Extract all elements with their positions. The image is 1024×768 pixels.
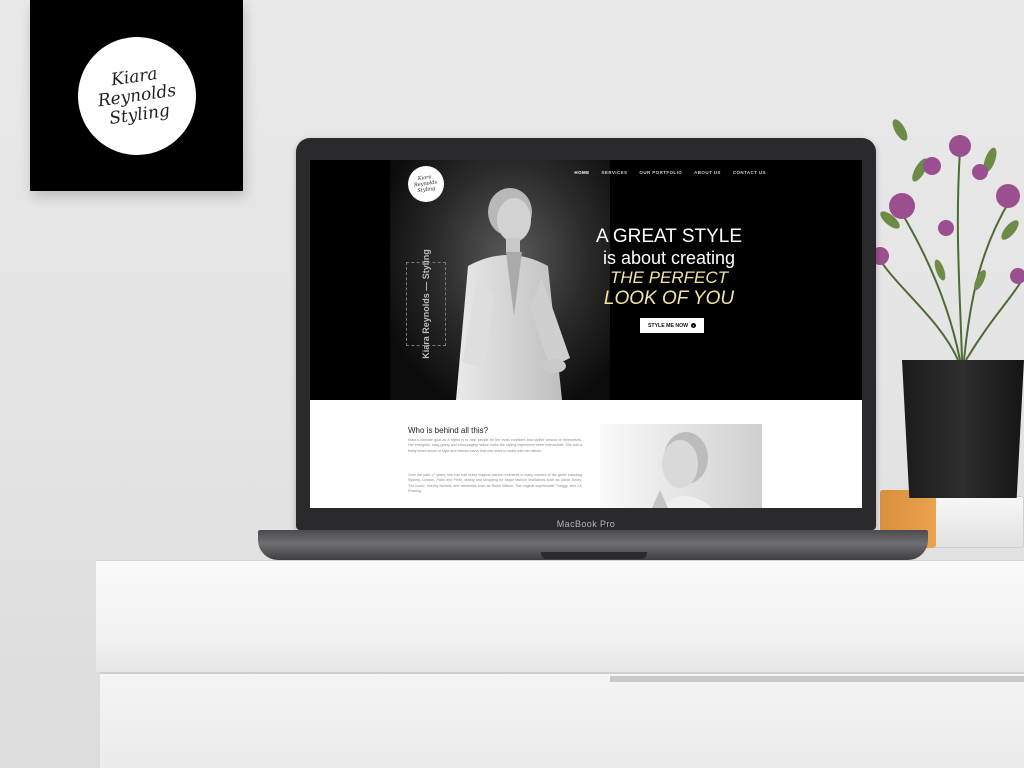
wall-logo-card: Kiara Reynolds Styling bbox=[30, 0, 243, 191]
nav-our-portfolio[interactable]: OUR PORTFOLIO bbox=[639, 170, 682, 175]
hero-line-2: is about creating bbox=[602, 248, 736, 268]
hero-headline: A GREAT STYLE is about creating THE PERF… bbox=[594, 226, 744, 310]
site-logo-text: Kiara Reynolds Styling bbox=[413, 173, 438, 194]
about-section: Who is behind all this? Kiara's ultimate… bbox=[310, 400, 862, 508]
about-portrait-image bbox=[652, 432, 712, 508]
nav-home[interactable]: HOME bbox=[574, 170, 589, 175]
arrow-right-icon: › bbox=[691, 323, 697, 328]
drawer-handle bbox=[610, 676, 1024, 682]
about-title: Who is behind all this? bbox=[408, 426, 489, 435]
laptop-brand-label: MacBook Pro bbox=[556, 519, 616, 529]
desk-drawer bbox=[100, 672, 1024, 768]
about-paragraph-2: Over the past 17 years, she has had many… bbox=[408, 473, 582, 494]
laptop-notch bbox=[541, 552, 647, 559]
hero-line-4: LOOK OF YOU bbox=[603, 288, 735, 309]
plant-icon bbox=[871, 119, 1024, 361]
desk-top bbox=[96, 560, 1024, 672]
wall-logo: Kiara Reynolds Styling bbox=[69, 28, 204, 163]
plant-pot bbox=[902, 360, 1024, 498]
nav-about-us[interactable]: ABOUT US bbox=[694, 170, 721, 175]
laptop-screen: Kiara Reynolds Styling HOME SERVICES OUR… bbox=[310, 160, 862, 508]
vertical-brand-text: Kiara Reynolds — Styling bbox=[421, 249, 431, 359]
about-paragraph-1: Kiara's ultimate goal as a stylist is to… bbox=[408, 438, 582, 453]
stylist-photo bbox=[456, 188, 570, 400]
style-me-now-label: STYLE ME NOW bbox=[647, 322, 689, 329]
nav-services[interactable]: SERVICES bbox=[602, 170, 628, 175]
nav-contact-us[interactable]: CONTACT US bbox=[733, 170, 766, 175]
hero-line-1: A GREAT STYLE bbox=[595, 226, 743, 247]
about-portrait bbox=[600, 424, 762, 508]
main-nav: HOME SERVICES OUR PORTFOLIO ABOUT US CON… bbox=[574, 170, 766, 175]
hero-section: Kiara Reynolds Styling HOME SERVICES OUR… bbox=[310, 160, 862, 400]
style-me-now-button[interactable]: STYLE ME NOW › bbox=[640, 318, 704, 333]
hero-line-3: THE PERFECT bbox=[609, 268, 729, 287]
